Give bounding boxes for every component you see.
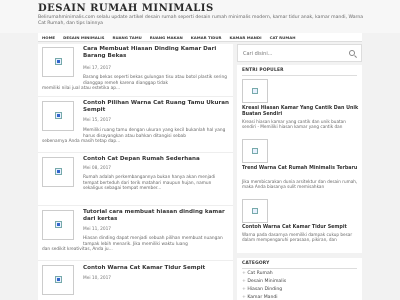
divider bbox=[242, 75, 357, 76]
popular-title[interactable]: Trend Warna Cat Rumah Minimalis Terbaru bbox=[242, 166, 360, 172]
category-item[interactable]: Cat Rumah bbox=[242, 271, 272, 276]
post-thumbnail[interactable] bbox=[42, 47, 74, 77]
post-date: Mei 10, 2017 bbox=[83, 276, 112, 281]
post-thumbnail[interactable] bbox=[42, 157, 74, 187]
post-date: Mei 15, 2017 bbox=[83, 118, 112, 123]
post-excerpt: Rumah adalah perkembangannya bukan hanya… bbox=[83, 175, 216, 192]
post-excerpt-cont: sebenarnya Anda masih tetap dap... bbox=[42, 139, 121, 144]
popular-snippet: Kreasi hiasan kamar yang cantik dan unik… bbox=[242, 119, 346, 130]
nav-item-desain-minimalis[interactable]: DESAIN MINIMALIS bbox=[59, 35, 108, 40]
broken-image-icon bbox=[252, 148, 258, 154]
popular-snippet: Warna pada dasarnya memiliki dampak cuku… bbox=[242, 232, 353, 243]
post-title[interactable]: Contoh Cat Depan Rumah Sederhana bbox=[83, 156, 231, 163]
category-item[interactable]: Hiasan Dinding bbox=[242, 287, 282, 292]
post-title[interactable]: Contoh Warna Cat Kamar Tidur Sempit bbox=[83, 265, 231, 272]
post-thumbnail[interactable] bbox=[42, 101, 74, 131]
post-item: Contoh Pilihan Warna Cat Ruang Tamu Ukur… bbox=[38, 98, 233, 153]
search-box bbox=[237, 44, 362, 62]
post-thumbnail[interactable] bbox=[42, 210, 74, 240]
page: DESAIN RUMAH MINIMALIS Belirumahminimali… bbox=[0, 0, 400, 300]
site-title[interactable]: DESAIN RUMAH MINIMALIS bbox=[38, 3, 214, 14]
broken-image-icon bbox=[55, 276, 62, 283]
nav-item-home[interactable]: HOME bbox=[38, 35, 59, 40]
nav-item-ruang-tamu[interactable]: RUANG TAMU bbox=[109, 35, 146, 40]
broken-image-icon bbox=[55, 221, 62, 228]
post-item: Contoh Cat Depan Rumah Sederhana Mei 08,… bbox=[38, 154, 233, 206]
site-header: DESAIN RUMAH MINIMALIS Belirumahminimali… bbox=[0, 0, 400, 33]
post-title[interactable]: Cara Membuat Hiasan Dinding Kamar Dari B… bbox=[83, 46, 231, 60]
nav-item-kamar-mandi[interactable]: KAMAR MANDI bbox=[226, 35, 266, 40]
post-list: Cara Membuat Hiasan Dinding Kamar Dari B… bbox=[38, 44, 233, 300]
category-item[interactable]: Desain Minimalis bbox=[242, 279, 286, 284]
search-input[interactable] bbox=[243, 49, 343, 58]
broken-image-icon bbox=[252, 88, 258, 94]
popular-thumbnail[interactable] bbox=[242, 139, 268, 163]
popular-title[interactable]: Kreasi Hiasan Kamar Yang Cantik Dan Unik… bbox=[242, 106, 360, 118]
popular-title[interactable]: Contoh Warna Cat Kamar Tidur Sempit bbox=[242, 225, 360, 231]
post-date: Mei 08, 2017 bbox=[83, 166, 112, 171]
broken-image-icon bbox=[55, 168, 62, 175]
widget-title: ENTRI POPULER bbox=[242, 68, 284, 73]
search-icon[interactable] bbox=[349, 50, 355, 56]
post-item: Contoh Warna Cat Kamar Tidur Sempit Mei … bbox=[38, 262, 233, 300]
post-title[interactable]: Contoh Pilihan Warna Cat Ruang Tamu Ukur… bbox=[83, 100, 231, 114]
post-excerpt: Hiasan dinding dapat menjadi sebuah pili… bbox=[83, 236, 223, 247]
broken-image-icon bbox=[55, 58, 62, 65]
post-excerpt-cont: memiliki nilai jual atau estetika ap... bbox=[42, 86, 121, 91]
broken-image-icon bbox=[55, 112, 62, 119]
nav-item-kamar-tidur[interactable]: KAMAR TIDUR bbox=[187, 35, 226, 40]
popular-posts-widget: ENTRI POPULER Kreasi Hiasan Kamar Yang C… bbox=[237, 65, 362, 253]
post-excerpt: Barang bekas seperti bekas gulungan tisu… bbox=[83, 75, 227, 86]
post-date: Mei 11, 2017 bbox=[83, 227, 112, 232]
popular-thumbnail[interactable] bbox=[242, 79, 268, 103]
divider bbox=[242, 268, 357, 269]
sidebar: ENTRI POPULER Kreasi Hiasan Kamar Yang C… bbox=[237, 44, 362, 300]
popular-thumbnail[interactable] bbox=[242, 199, 268, 223]
category-item[interactable]: Kamar Mandi bbox=[242, 295, 277, 300]
category-widget: CATEGORY Cat Rumah Desain Minimalis Hias… bbox=[237, 258, 362, 300]
post-title[interactable]: Tutorial cara membuat hiasan dinding kam… bbox=[83, 209, 231, 223]
post-item: Tutorial cara membuat hiasan dinding kam… bbox=[38, 207, 233, 261]
widget-title: CATEGORY bbox=[242, 261, 270, 266]
post-item: Cara Membuat Hiasan Dinding Kamar Dari B… bbox=[38, 44, 233, 97]
main-nav: HOME DESAIN MINIMALIS RUANG TAMU RUANG M… bbox=[38, 33, 362, 42]
nav-item-ruang-makan[interactable]: RUANG MAKAN bbox=[146, 35, 187, 40]
popular-snippet: Jika membicarakan dunia arsitektur dan d… bbox=[242, 179, 358, 190]
broken-image-icon bbox=[252, 208, 258, 214]
post-thumbnail[interactable] bbox=[42, 265, 74, 295]
nav-item-cat-rumah[interactable]: CAT RUMAH bbox=[266, 35, 300, 40]
site-description: Belirumahminimalis.com selalu update art… bbox=[38, 15, 364, 26]
post-date: Mei 17, 2017 bbox=[83, 66, 112, 71]
post-excerpt-cont: dan sedikit kreativitas, Anda ju... bbox=[42, 247, 113, 252]
post-excerpt: Memiliki ruang tamu dengan ukuran yang k… bbox=[83, 128, 226, 139]
